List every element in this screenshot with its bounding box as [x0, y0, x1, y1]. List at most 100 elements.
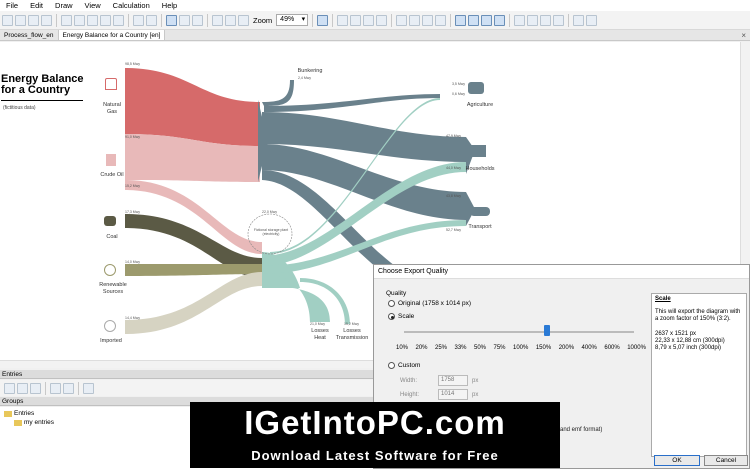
arrow-icon[interactable] — [527, 14, 539, 26]
menu-edit[interactable]: Edit — [30, 1, 43, 10]
menu-help[interactable]: Help — [162, 1, 177, 10]
node-bunkering[interactable]: Bunkering — [292, 68, 328, 75]
new-file-icon[interactable] — [2, 14, 13, 26]
scale-radio[interactable]: Scale — [388, 313, 414, 320]
redo-icon[interactable] — [146, 14, 157, 26]
value-label: 14,4 Mwy — [125, 316, 140, 320]
node-households[interactable]: Households — [462, 166, 498, 173]
value-label: 91,0 Mwy — [125, 135, 140, 139]
view-icon[interactable] — [494, 14, 506, 26]
menu-calculation[interactable]: Calculation — [113, 1, 150, 10]
menu-file[interactable]: File — [6, 1, 18, 10]
table-icon[interactable] — [586, 14, 598, 26]
export-icon[interactable] — [63, 382, 74, 394]
view-icon[interactable] — [468, 14, 480, 26]
node-renewable[interactable]: Renewable Sources — [94, 282, 132, 296]
calculator-icon[interactable] — [573, 14, 585, 26]
scale-info-cm: 22,33 x 12,88 cm (300dpi) — [655, 338, 725, 344]
value-label: 43,8 Mwy — [446, 194, 461, 198]
ok-button[interactable]: OK — [654, 455, 700, 466]
cancel-button[interactable]: Cancel — [704, 455, 748, 466]
node-icon[interactable] — [179, 14, 190, 26]
width-input[interactable]: 1758 — [438, 375, 468, 386]
arrow-icon[interactable] — [514, 14, 526, 26]
undo-icon[interactable] — [133, 14, 144, 26]
align-icon[interactable] — [337, 14, 349, 26]
arrow-icon[interactable] — [553, 14, 565, 26]
radio-button[interactable] — [388, 313, 395, 320]
delete-icon[interactable] — [100, 14, 111, 26]
title-underline — [1, 100, 83, 101]
height-input[interactable]: 1014 — [438, 389, 468, 400]
node-losses-transmission[interactable]: Losses Transmission — [330, 328, 374, 342]
node-coal[interactable]: Coal — [100, 234, 124, 241]
zoom-select[interactable]: 49% ▾ — [276, 14, 309, 26]
original-label: Original (1758 x 1014 px) — [398, 300, 471, 307]
radio-button[interactable] — [388, 300, 395, 307]
text-icon[interactable] — [212, 14, 223, 26]
diagram-title: Energy Balance for a Country — [1, 73, 84, 96]
value-label: 52,7 Mwy — [446, 228, 461, 232]
menu-view[interactable]: View — [85, 1, 101, 10]
tree-root-label: Entries — [14, 410, 35, 417]
tick-label: 600% — [604, 345, 620, 351]
tree-child-label: my entries — [24, 419, 54, 426]
menu-draw[interactable]: Draw — [55, 1, 73, 10]
scale-label: Scale — [398, 313, 415, 320]
watermark-banner: IGetIntoPC.com Download Latest Software … — [190, 402, 560, 468]
node-natural-gas[interactable]: Natural Gas — [100, 102, 124, 116]
flow-icon[interactable] — [192, 14, 203, 26]
group-icon[interactable] — [435, 14, 447, 26]
tick-label: 25% — [435, 345, 448, 351]
house-icon — [470, 145, 486, 157]
tab-energy-balance[interactable]: Energy Balance for a Country [en] — [58, 30, 166, 40]
value-label: 2,4 Mwy — [298, 76, 312, 80]
radio-button[interactable] — [388, 362, 395, 369]
layout-icon[interactable] — [376, 14, 388, 26]
tractor-icon — [468, 82, 484, 94]
copy-icon[interactable] — [74, 14, 85, 26]
add-entry-icon[interactable] — [4, 382, 15, 394]
grid-icon[interactable] — [317, 14, 329, 26]
save-icon[interactable] — [28, 14, 39, 26]
view-icon[interactable] — [481, 14, 493, 26]
tree-child[interactable]: my entries — [14, 419, 54, 427]
paste-icon[interactable] — [87, 14, 98, 26]
cut-icon[interactable] — [61, 14, 72, 26]
custom-radio[interactable]: Custom — [388, 362, 420, 369]
node-crude-oil[interactable]: Crude Oil — [100, 172, 124, 179]
arrow-icon[interactable] — [540, 14, 552, 26]
image-icon[interactable] — [225, 14, 236, 26]
scale-slider-track[interactable] — [404, 331, 634, 333]
pointer-icon[interactable] — [166, 14, 177, 26]
open-folder-icon[interactable] — [15, 14, 26, 26]
scale-slider-thumb[interactable] — [544, 325, 550, 336]
close-icon[interactable]: × — [741, 31, 746, 40]
folder-icon — [4, 411, 12, 417]
group-icon[interactable] — [409, 14, 421, 26]
remove-entry-icon[interactable] — [30, 382, 41, 394]
print-icon[interactable] — [41, 14, 52, 26]
group-icon[interactable] — [396, 14, 408, 26]
node-transport[interactable]: Transport — [462, 224, 498, 231]
car-icon — [470, 207, 490, 216]
ruler-icon[interactable] — [238, 14, 249, 26]
scale-info-px: 2637 x 1521 px — [655, 331, 697, 337]
layout-icon[interactable] — [363, 14, 375, 26]
original-radio[interactable]: Original (1758 x 1014 px) — [388, 300, 471, 307]
node-agriculture[interactable]: Agriculture — [462, 102, 498, 109]
node-imported[interactable]: Imported — [94, 338, 128, 345]
folder-icon — [14, 420, 22, 426]
settings-icon[interactable] — [83, 382, 94, 394]
tick-label: 200% — [558, 345, 575, 351]
layout-icon[interactable] — [350, 14, 362, 26]
group-icon[interactable] — [422, 14, 434, 26]
separator — [207, 13, 208, 27]
tree-root[interactable]: Entries — [4, 410, 34, 418]
tab-process-flow[interactable]: Process_flow_en — [0, 30, 59, 40]
edit-entry-icon[interactable] — [17, 382, 28, 394]
search-icon[interactable] — [113, 14, 124, 26]
import-icon[interactable] — [50, 382, 61, 394]
view-icon[interactable] — [455, 14, 467, 26]
chevron-down-icon: ▾ — [301, 16, 306, 23]
